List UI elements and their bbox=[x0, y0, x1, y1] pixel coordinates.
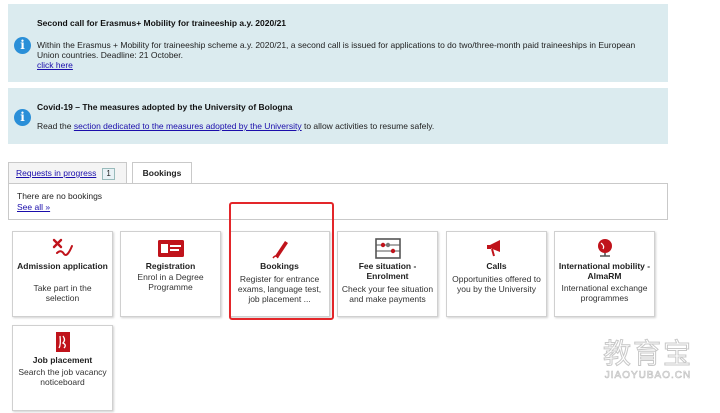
id-card-icon bbox=[121, 237, 220, 259]
tab-bookings[interactable]: Bookings bbox=[132, 162, 192, 184]
globe-icon bbox=[555, 237, 654, 259]
watermark: 教育宝 JIAOYUBAO.CN bbox=[593, 337, 703, 394]
job-logo-icon bbox=[13, 331, 112, 353]
job-placement-card[interactable]: Job placement Search the job vacancy not… bbox=[12, 325, 113, 411]
see-all-link[interactable]: See all » bbox=[17, 202, 50, 212]
tab-label[interactable]: Bookings bbox=[143, 168, 182, 178]
card-title: Calls bbox=[486, 261, 507, 271]
fee-situation-card[interactable]: Fee situation - Enrolment Check your fee… bbox=[337, 231, 438, 317]
notice-body: Within the Erasmus + Mobility for traine… bbox=[37, 40, 657, 70]
click-here-link[interactable]: click here bbox=[37, 60, 73, 70]
notice-title: Covid-19 – The measures adopted by the U… bbox=[37, 102, 293, 112]
card-description: Take part in the selection bbox=[33, 283, 92, 303]
covid-measures-link[interactable]: section dedicated to the measures adopte… bbox=[74, 121, 302, 131]
notice-text-before: Read the bbox=[37, 121, 74, 131]
card-title: Job placement bbox=[32, 355, 93, 365]
calls-card[interactable]: Calls Opportunities offered to you by th… bbox=[446, 231, 547, 317]
notice-body: Read the section dedicated to the measur… bbox=[37, 121, 657, 131]
tab-label[interactable]: Requests in progress bbox=[16, 168, 96, 178]
card-description: Search the job vacancy noticeboard bbox=[18, 367, 107, 387]
notice-text: Within the Erasmus + Mobility for traine… bbox=[37, 40, 636, 60]
card-title: Admission application bbox=[17, 261, 108, 271]
abacus-icon bbox=[338, 237, 437, 259]
admission-application-card[interactable]: Admission application Take part in the s… bbox=[12, 231, 113, 317]
no-bookings-text: There are no bookings bbox=[17, 191, 103, 201]
card-description: Opportunities offered to you by the Univ… bbox=[452, 274, 541, 294]
card-description: International exchange programmes bbox=[561, 283, 648, 303]
notice-text-after: to allow activities to resume safely. bbox=[301, 121, 435, 131]
card-description: Enrol in a Degree Programme bbox=[137, 272, 204, 292]
info-icon: i bbox=[14, 37, 31, 54]
signature-check-icon bbox=[13, 237, 112, 259]
requests-count-badge: 1 bbox=[102, 168, 115, 180]
international-mobility-card[interactable]: International mobility - AlmaRM Internat… bbox=[554, 231, 655, 317]
watermark-url: JIAOYUBAO.CN bbox=[604, 370, 692, 382]
bookings-highlight-box bbox=[229, 202, 334, 320]
bookings-panel: There are no bookings See all » bbox=[8, 183, 668, 220]
covid-notice: i Covid-19 – The measures adopted by the… bbox=[8, 88, 668, 144]
card-title: International mobility - AlmaRM bbox=[558, 261, 651, 281]
erasmus-notice: i Second call for Erasmus+ Mobility for … bbox=[8, 4, 668, 82]
info-icon: i bbox=[14, 109, 31, 126]
watermark-text: 教育宝 bbox=[602, 337, 693, 370]
notice-title: Second call for Erasmus+ Mobility for tr… bbox=[37, 18, 287, 28]
megaphone-icon bbox=[447, 237, 546, 259]
tab-requests-in-progress[interactable]: Requests in progress 1 bbox=[8, 162, 127, 183]
card-title: Registration bbox=[145, 261, 196, 271]
card-description: Check your fee situation and make paymen… bbox=[341, 284, 434, 304]
card-title: Fee situation - Enrolment bbox=[358, 261, 417, 281]
registration-card[interactable]: Registration Enrol in a Degree Programme bbox=[120, 231, 221, 317]
